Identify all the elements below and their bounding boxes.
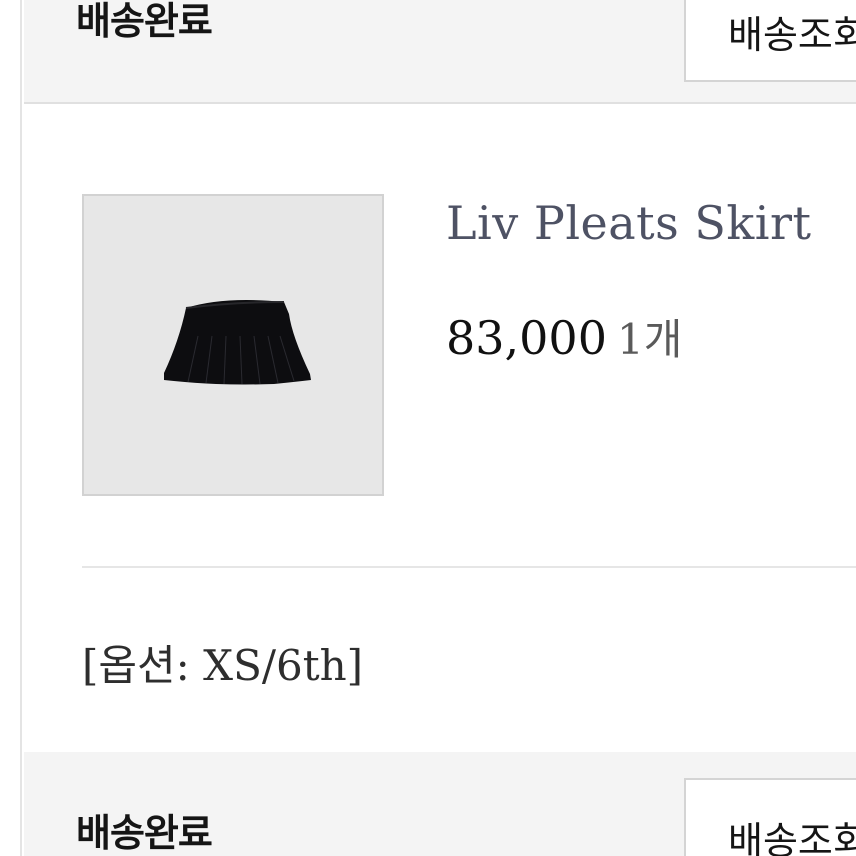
order-header: 배송완료 배송조회 (24, 0, 856, 104)
order-header: 배송완료 배송조회 (24, 752, 856, 856)
price-line: 83,000 1개 (446, 306, 682, 367)
product-price: 83,000 (446, 311, 607, 365)
track-delivery-button[interactable]: 배송조회 (684, 778, 856, 856)
order-status: 배송완료 (76, 0, 213, 43)
divider (82, 566, 856, 568)
product-quantity: 1개 (616, 315, 683, 364)
product-option: [옵션: XS/6th] (82, 641, 364, 690)
track-delivery-button[interactable]: 배송조회 (684, 0, 856, 82)
skirt-image (164, 300, 311, 385)
product-name-link[interactable]: Liv Pleats Skirt (446, 196, 811, 250)
left-border (0, 0, 22, 856)
product-thumbnail[interactable] (82, 194, 384, 496)
order-history-screen: 배송완료 배송조회 Liv Pleats Skirt 83,000 1개 [옵션:… (0, 0, 856, 856)
order-status: 배송완료 (76, 811, 213, 855)
